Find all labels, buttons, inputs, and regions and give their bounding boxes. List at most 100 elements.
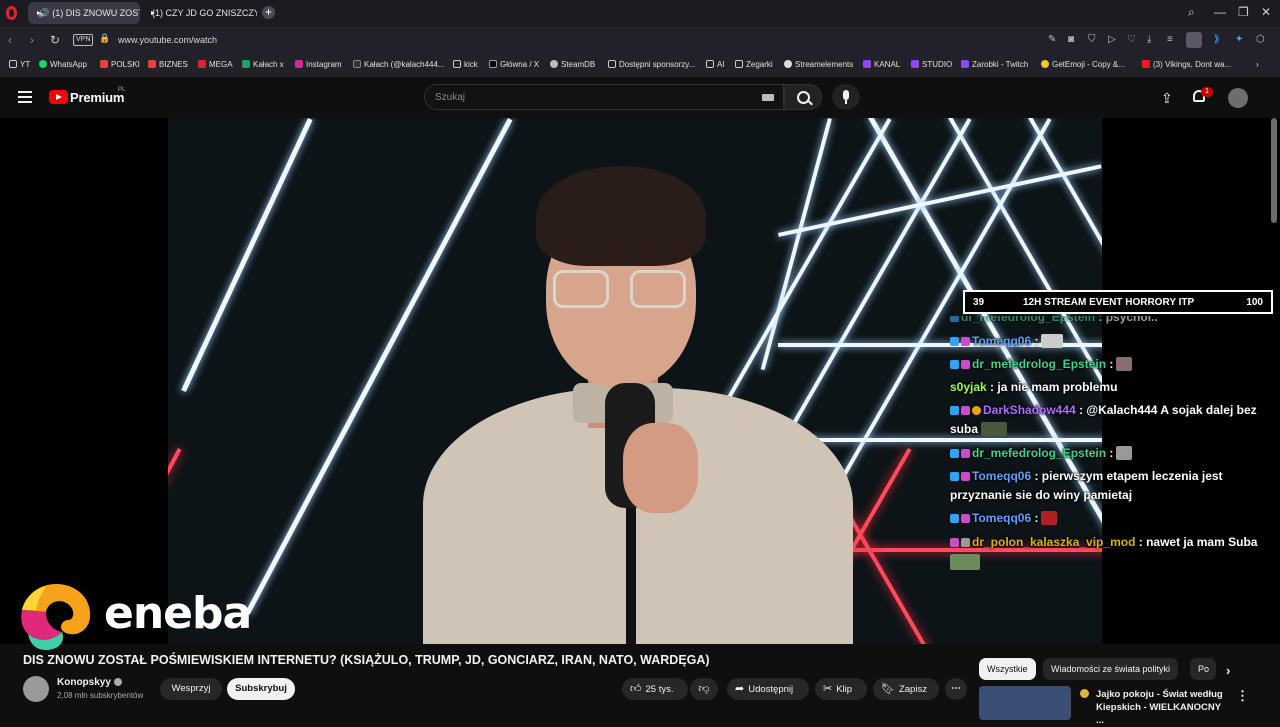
sponsor-wordmark: eneba — [104, 588, 252, 639]
bookmark-item[interactable]: Dostępni sponsorzy... — [608, 60, 695, 69]
share-icon: ➦ — [735, 683, 745, 695]
channel-name[interactable]: Konopskyy — [57, 677, 122, 688]
chat-emote — [950, 554, 980, 570]
more-actions-button[interactable]: ⋯ — [945, 678, 967, 700]
chat-message: dr_mefedrolog_Epstein : — [950, 446, 1133, 460]
bookmarks-overflow-icon[interactable]: › — [1256, 60, 1259, 69]
sponsor-logo: eneba — [18, 580, 288, 652]
bookmark-item[interactable]: WhatsApp — [39, 60, 87, 69]
shield-icon[interactable]: ⛉ — [1088, 34, 1096, 45]
camera-icon[interactable]: ◙ — [1068, 34, 1074, 45]
bookmark-item[interactable]: Streamelements — [784, 60, 853, 69]
twitch-icon — [911, 60, 919, 68]
thumbs-down-icon: 👎︎ — [698, 683, 710, 695]
bookmark-item[interactable]: Zegarki — [735, 60, 773, 69]
chip-politics[interactable]: Wiadomości ze świata polityki — [1043, 658, 1179, 680]
save-button[interactable]: 🔖︎ Zapisz — [873, 678, 939, 700]
new-tab-button[interactable]: + — [262, 6, 275, 19]
profile-icon[interactable] — [1186, 32, 1202, 48]
download-icon[interactable]: ⤓ — [1147, 34, 1151, 45]
chip-all[interactable]: Wszystkie — [979, 658, 1036, 680]
bookmark-item[interactable]: GetEmoji - Copy &... — [1041, 60, 1125, 69]
bookmark-item[interactable]: Kałach (@kalach444... — [353, 60, 445, 69]
page-scrollbar[interactable] — [1271, 118, 1277, 223]
reload-icon[interactable]: ↻ — [50, 33, 60, 47]
recommended-more-icon[interactable]: ⋮ — [1236, 688, 1249, 704]
opera-logo-icon[interactable] — [6, 6, 17, 20]
recommended-video-title[interactable]: Jajko pokoju - Świat według Kiepskich - … — [1096, 688, 1228, 727]
bookmark-item[interactable]: POLSKI — [100, 60, 140, 69]
clip-button[interactable]: ✂ Klip — [815, 678, 867, 700]
bookmark-item[interactable]: STUDIO — [911, 60, 952, 69]
forward-icon[interactable]: › — [30, 33, 34, 47]
tab-title: (1) DIS ZNOWU ZOST… — [52, 8, 140, 18]
recommended-video-thumbnail[interactable] — [979, 686, 1071, 720]
support-button[interactable]: Wesprzyj — [160, 678, 222, 700]
bookmark-item[interactable]: AI — [706, 60, 725, 69]
search-input[interactable]: Szukaj — [424, 84, 784, 110]
bookmark-item[interactable]: Instagram — [295, 60, 342, 69]
microphone-icon — [843, 90, 849, 100]
edit-icon[interactable]: ✎ — [1048, 34, 1056, 45]
bookmark-item[interactable]: KANAL — [863, 60, 900, 69]
browser-search-icon[interactable]: ⌕ — [1188, 5, 1195, 20]
bookmark-item[interactable]: BIZNES — [148, 60, 188, 69]
bookmark-item[interactable]: SteamDB — [550, 60, 595, 69]
extension-icon[interactable]: ✦ — [1235, 34, 1243, 45]
minimize-button[interactable]: — — [1214, 5, 1226, 19]
dislike-button[interactable]: 👎︎ — [690, 678, 718, 700]
bookmark-item[interactable]: Zarobki - Twitch — [961, 60, 1028, 69]
bookmark-item[interactable]: YT — [9, 60, 30, 69]
youtube-premium-wordmark[interactable]: Premium — [70, 90, 124, 105]
gmail-icon — [148, 60, 156, 68]
subscribe-button[interactable]: Subskrybuj — [227, 678, 295, 700]
bookmark-item[interactable]: (3) Vikings, Dont wa... — [1142, 60, 1231, 69]
back-icon[interactable]: ‹ — [8, 33, 12, 47]
heart-icon[interactable]: ♡ — [1127, 34, 1136, 45]
play-icon[interactable]: ▷ — [1108, 34, 1116, 45]
address-bar: ‹ › ↻ VPN 🔒 www.youtube.com/watch ✎ ◙ ⛉ … — [0, 27, 1280, 53]
channel-badge-icon — [1080, 689, 1089, 698]
channel-avatar[interactable] — [23, 676, 49, 702]
like-button[interactable]: 👍︎ 25 tys. — [622, 678, 688, 700]
folder-icon — [608, 60, 616, 68]
video-title: DIS ZNOWU ZOSTAŁ POŚMIEWISKIEM INTERNETU… — [23, 653, 710, 667]
search-button[interactable] — [784, 84, 822, 110]
bookmark-icon: 🔖︎ — [881, 683, 895, 695]
account-avatar[interactable] — [1228, 88, 1248, 108]
chips-next-icon[interactable]: › — [1226, 663, 1230, 678]
create-upload-icon[interactable]: ⇪ — [1161, 90, 1173, 107]
bookmark-item[interactable]: MEGA — [198, 60, 233, 69]
hamburger-menu-icon[interactable] — [18, 91, 32, 103]
bookmark-item[interactable]: kick — [453, 60, 478, 69]
bookmark-item[interactable]: Kałach x — [242, 60, 284, 69]
lock-icon[interactable]: 🔒 — [99, 33, 110, 44]
chat-message: dr_mefedrolog_Epstein : — [950, 357, 1133, 371]
menu-list-icon[interactable]: ≡ — [1167, 34, 1173, 45]
youtube-logo-icon[interactable] — [49, 90, 68, 104]
browser-tab-active[interactable]: 🔊 (1) DIS ZNOWU ZOST… — [28, 2, 140, 24]
event-count-left: 39 — [973, 297, 985, 308]
x-icon — [489, 60, 497, 68]
maximize-button[interactable]: ❐ — [1238, 5, 1249, 19]
folder-icon — [706, 60, 714, 68]
url-field[interactable]: www.youtube.com/watch — [118, 35, 217, 45]
chat-message: suba — [950, 422, 1008, 436]
sheets-icon — [242, 60, 250, 68]
chat-message: Tomeqq06 : — [950, 511, 1058, 525]
close-window-button[interactable]: ✕ — [1261, 5, 1271, 19]
chip-more[interactable]: Po — [1190, 658, 1216, 680]
vpn-badge[interactable]: VPN — [73, 34, 94, 46]
cube-icon[interactable]: ⬡ — [1256, 34, 1265, 45]
browser-tab[interactable]: (1) CZY JD GO ZNISZCZY… — [142, 2, 257, 24]
chat-message: DarkShadow444 : @Kalach444 A sojak dalej… — [950, 403, 1257, 417]
share-button[interactable]: ➦ Udostępnij — [727, 678, 809, 700]
streamelements-icon — [784, 60, 792, 68]
bookmark-item[interactable]: Główna / X — [489, 60, 539, 69]
chat-message: dr_mefedrolog_Epstein : psychol.. — [950, 316, 1158, 324]
voice-search-button[interactable] — [832, 84, 860, 110]
bookmarks-bar: YT WhatsApp POLSKI BIZNES MEGA Kałach x … — [0, 53, 1280, 78]
thumbs-up-icon: 👍︎ — [630, 683, 642, 695]
keyboard-icon[interactable] — [762, 94, 774, 101]
extension-icon[interactable]: ⟫ — [1214, 34, 1220, 45]
